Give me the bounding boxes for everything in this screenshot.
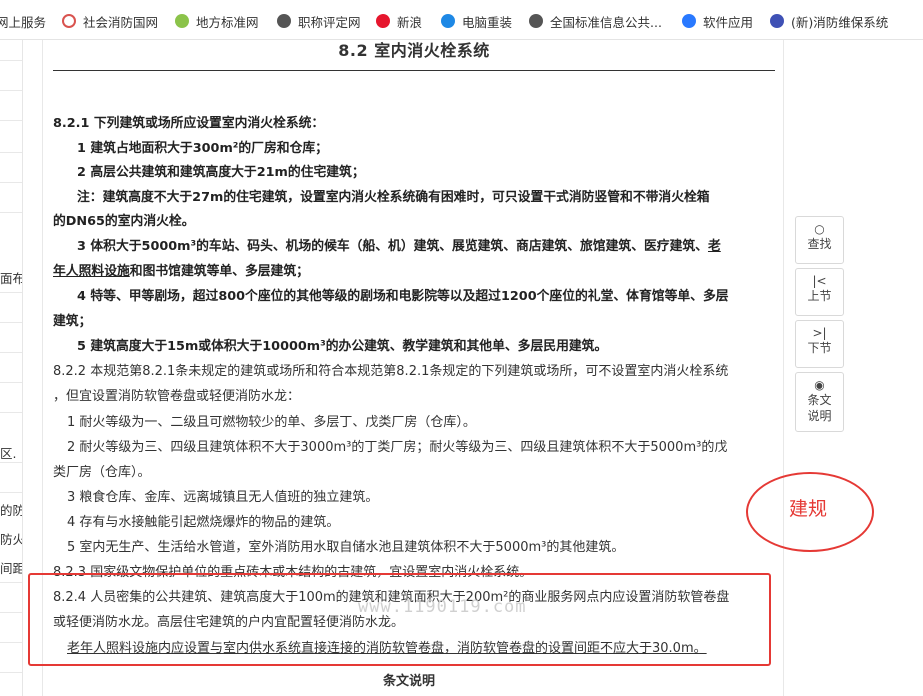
sidebar-text-fragment[interactable]: 区. xyxy=(0,443,16,462)
commentary-label-line2: 说明 xyxy=(807,409,832,423)
clause-item: 2 耐火等级为三、四级且建筑体积不大于3000m³的丁类厂房；耐火等级为三、四级… xyxy=(67,440,728,455)
clause-item: 1 耐火等级为一、二级且可燃物较少的单、多层丁、戊类厂房（仓库）。 xyxy=(67,415,476,430)
sidebar-text-fragment[interactable]: 间距 xyxy=(0,558,22,577)
clause-item: 4 特等、甲等剧场，超过800个座位的其他等级的剧场和电影院等以及超过1200个… xyxy=(77,289,729,304)
gear-icon xyxy=(770,14,784,28)
clause-item: 3 粮食仓库、金库、远离城镇且无人值班的独立建筑。 xyxy=(67,490,379,505)
clause-item: 5 建筑高度大于15m或体积大于10000m³的办公建筑、教学建筑和其他单、多层… xyxy=(77,339,608,354)
next-section-button[interactable]: >| 下节 xyxy=(795,320,844,368)
sidebar-text-fragment[interactable]: 防火 xyxy=(0,529,22,548)
prev-section-label: 上节 xyxy=(807,289,832,303)
clause-item: 4 存有与水接触能引起燃烧爆炸的物品的建筑。 xyxy=(67,515,340,530)
bookmarks-bar: 网上服务 社会消防国网 地方标准网 职称评定网 新浪 电脑重装 全国标准信息公共… xyxy=(0,0,923,40)
clause-note-cont: 的DN65的室内消火栓。 xyxy=(53,214,195,229)
globe-icon xyxy=(277,14,291,28)
bookmark-pc-reinstall[interactable]: 电脑重装 xyxy=(441,13,513,30)
shield-icon xyxy=(62,14,76,28)
commentary-label-line1: 条文 xyxy=(807,393,832,407)
globe-icon xyxy=(529,14,543,28)
bookmark-label: 新浪 xyxy=(397,14,423,30)
computer-icon xyxy=(441,14,455,28)
bookmark-label: 地方标准网 xyxy=(196,14,259,30)
next-section-icon: >| xyxy=(812,326,827,340)
sidebar-text-fragment[interactable]: 面布 xyxy=(0,268,22,287)
bookmark-fire-maintenance[interactable]: (新)消防维保系统 xyxy=(770,13,889,30)
bookmark-label: 社会消防国网 xyxy=(83,14,159,30)
clause-item: 2 高层公共建筑和建筑高度大于21m的住宅建筑； xyxy=(77,165,365,180)
app-icon xyxy=(682,14,696,28)
bookmark-label: 电脑重装 xyxy=(462,14,513,30)
bookmark-national-standards[interactable]: 全国标准信息公共... xyxy=(529,13,662,30)
clause-text: 3 体积大于5000m³的车站、码头、机场的候车（船、机）建筑、展览建筑、商店建… xyxy=(77,239,708,254)
find-button[interactable]: ○ 查找 xyxy=(795,216,844,264)
underlined-text: 年人照料设施 xyxy=(53,264,130,279)
bookmark-sina[interactable]: 新浪 xyxy=(376,13,423,30)
sidebar-text-fragment[interactable]: 的防 xyxy=(0,500,22,519)
left-sidebar: 面布 区. 的防 防火 间距 xyxy=(0,40,23,696)
clause-note: 注：建筑高度不大于27m的住宅建筑，设置室内消火栓系统确有困难时，可只设置干式消… xyxy=(77,190,710,205)
commentary-button[interactable]: ◉ 条文 说明 xyxy=(795,372,844,432)
clause-item-cont: 类厂房（仓库）。 xyxy=(53,465,151,480)
bookmark-fire-national-net[interactable]: 社会消防国网 xyxy=(62,13,159,30)
search-icon: ○ xyxy=(814,222,825,236)
prev-section-button[interactable]: |< 上节 xyxy=(795,268,844,316)
clause-item: 3 体积大于5000m³的车站、码头、机场的候车（船、机）建筑、展览建筑、商店建… xyxy=(77,235,721,259)
bookmark-label: 网上服务 xyxy=(0,14,47,30)
bookmark-title-evaluation[interactable]: 职称评定网 xyxy=(277,13,361,30)
clause-item: 5 室内无生产、生活给水管道，室外消防用水取自储水池且建筑体积不大于5000m³… xyxy=(67,540,625,555)
underlined-text: 老 xyxy=(707,239,721,254)
clause-item-cont: 年人照料设施和图书馆建筑等单、多层建筑； xyxy=(53,260,309,284)
find-label: 查找 xyxy=(807,237,832,251)
bookmark-local-standards[interactable]: 地方标准网 xyxy=(175,13,259,30)
highlight-box xyxy=(28,573,771,666)
clause-item-cont: 建筑； xyxy=(53,314,92,329)
title-divider xyxy=(53,70,775,71)
annotation-text: 建规 xyxy=(789,498,828,520)
clause-8-2-1: 8.2.1 下列建筑或场所应设置室内消火栓系统： xyxy=(53,116,325,131)
bookmark-label: 职称评定网 xyxy=(298,14,361,30)
prev-section-icon: |< xyxy=(812,274,827,288)
leaf-icon xyxy=(175,14,189,28)
weibo-icon xyxy=(376,14,390,28)
clause-8-2-2-cont: ，但宜设置消防软管卷盘或轻便消防水龙： xyxy=(53,389,301,404)
bookmark-software-apps[interactable]: 软件应用 xyxy=(682,13,754,30)
next-section-label: 下节 xyxy=(807,341,832,355)
bookmark-label: 软件应用 xyxy=(703,14,754,30)
eye-icon: ◉ xyxy=(814,378,825,392)
bookmark-online-service[interactable]: 网上服务 xyxy=(0,13,47,30)
bookmark-label: 全国标准信息公共... xyxy=(550,14,662,30)
clause-item: 1 建筑占地面积大于300m²的厂房和仓库； xyxy=(77,141,328,156)
bookmark-label: (新)消防维保系统 xyxy=(791,14,889,30)
clause-8-2-2: 8.2.2 本规范第8.2.1条未规定的建筑或场所和符合本规范第8.2.1条规定… xyxy=(53,364,729,379)
section-title: 8.2 室内消火栓系统 xyxy=(338,41,490,60)
commentary-heading: 条文说明 xyxy=(383,674,436,689)
clause-text: 和图书馆建筑等单、多层建筑； xyxy=(129,264,309,279)
